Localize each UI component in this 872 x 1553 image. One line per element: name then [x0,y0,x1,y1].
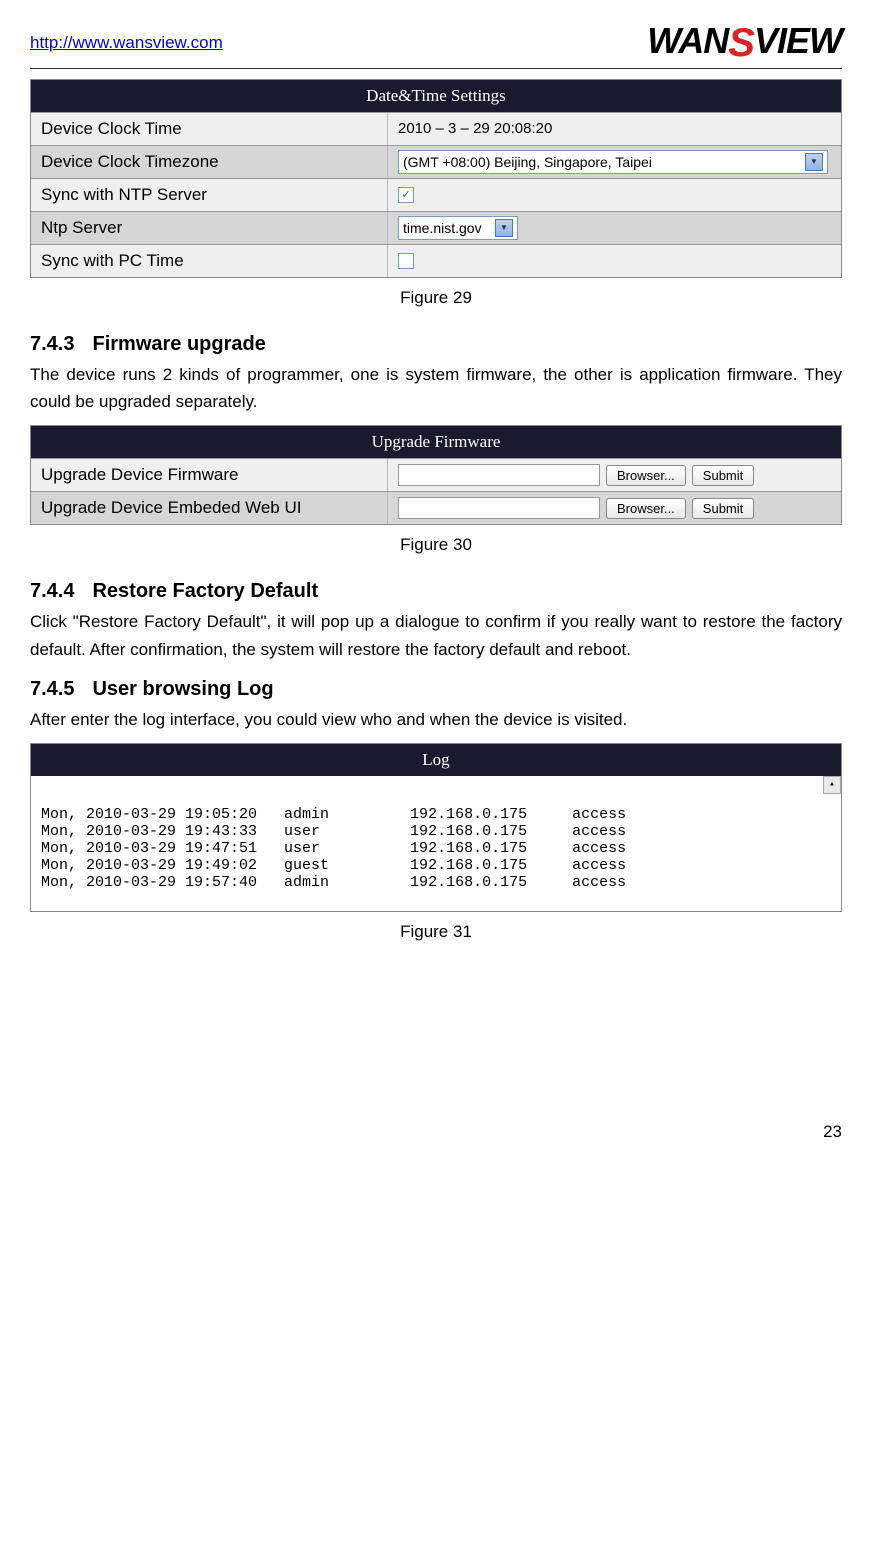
sync-pc-time-row: Sync with PC Time [31,244,841,277]
upgrade-firmware-panel: Upgrade Firmware Upgrade Device Firmware… [30,425,842,525]
upgrade-device-firmware-label: Upgrade Device Firmware [31,459,388,491]
chevron-down-icon: ▼ [495,219,513,237]
upgrade-webui-input[interactable] [398,497,600,519]
log-line: Mon, 2010-03-29 19:47:51 user 192.168.0.… [41,840,626,857]
upgrade-web-ui-row: Upgrade Device Embeded Web UI Browser...… [31,491,841,524]
scroll-up-icon[interactable]: ▴ [823,776,841,794]
browse-button[interactable]: Browser... [606,465,686,486]
section-745-heading: 7.4.5 User browsing Log [30,678,842,701]
section-743-title: Firmware upgrade [92,333,265,355]
section-744-heading: 7.4.4 Restore Factory Default [30,580,842,603]
ntp-server-label: Ntp Server [31,212,388,244]
log-panel: Log ▴ Mon, 2010-03-29 19:05:20 admin 192.… [30,743,842,912]
device-clock-time-row: Device Clock Time 2010 – 3 – 29 20:08:20 [31,112,841,145]
log-line: Mon, 2010-03-29 19:43:33 user 192.168.0.… [41,823,626,840]
datetime-panel-title: Date&Time Settings [31,80,841,112]
sync-ntp-label: Sync with NTP Server [31,179,388,211]
section-744-num: 7.4.4 [30,580,74,602]
page-number: 23 [30,1122,842,1142]
upgrade-firmware-input[interactable] [398,464,600,486]
logo-s-icon: S [728,21,754,65]
logo-wan: WAN [647,20,728,61]
submit-button[interactable]: Submit [692,498,754,519]
logo: WANSVIEW [647,20,842,66]
section-744-title: Restore Factory Default [92,580,318,602]
section-743-text: The device runs 2 kinds of programmer, o… [30,361,842,415]
log-line: Mon, 2010-03-29 19:49:02 guest 192.168.0… [41,857,626,874]
upgrade-panel-title: Upgrade Firmware [31,426,841,458]
device-clock-timezone-label: Device Clock Timezone [31,146,388,178]
log-body: ▴ Mon, 2010-03-29 19:05:20 admin 192.168.… [31,776,841,911]
ntp-server-value: time.nist.gov [403,220,482,236]
logo-view: VIEW [754,20,842,61]
figure-29-caption: Figure 29 [30,288,842,308]
section-744-text: Click "Restore Factory Default", it will… [30,608,842,662]
timezone-select[interactable]: (GMT +08:00) Beijing, Singapore, Taipei … [398,150,828,174]
sync-pc-time-checkbox[interactable] [398,253,414,269]
ntp-server-row: Ntp Server time.nist.gov ▼ [31,211,841,244]
upgrade-device-firmware-row: Upgrade Device Firmware Browser... Submi… [31,458,841,491]
sync-ntp-checkbox[interactable]: ✓ [398,187,414,203]
sync-ntp-row: Sync with NTP Server ✓ [31,178,841,211]
log-line: Mon, 2010-03-29 19:57:40 admin 192.168.0… [41,874,626,891]
device-clock-time-value: 2010 – 3 – 29 20:08:20 [388,113,841,145]
section-745-num: 7.4.5 [30,678,74,700]
browse-button[interactable]: Browser... [606,498,686,519]
upgrade-web-ui-label: Upgrade Device Embeded Web UI [31,492,388,524]
section-745-title: User browsing Log [92,678,273,700]
log-line: Mon, 2010-03-29 19:05:20 admin 192.168.0… [41,806,626,823]
datetime-settings-panel: Date&Time Settings Device Clock Time 201… [30,79,842,278]
timezone-select-value: (GMT +08:00) Beijing, Singapore, Taipei [403,154,652,170]
ntp-server-select[interactable]: time.nist.gov ▼ [398,216,518,240]
site-url-link[interactable]: http://www.wansview.com [30,33,223,53]
submit-button[interactable]: Submit [692,465,754,486]
page-header: http://www.wansview.com WANSVIEW [30,20,842,69]
section-745-text: After enter the log interface, you could… [30,706,842,733]
device-clock-time-label: Device Clock Time [31,113,388,145]
section-743-heading: 7.4.3 Firmware upgrade [30,333,842,356]
device-clock-timezone-row: Device Clock Timezone (GMT +08:00) Beiji… [31,145,841,178]
section-743-num: 7.4.3 [30,333,74,355]
figure-30-caption: Figure 30 [30,535,842,555]
sync-pc-time-label: Sync with PC Time [31,245,388,277]
log-panel-title: Log [31,744,841,776]
chevron-down-icon: ▼ [805,153,823,171]
figure-31-caption: Figure 31 [30,922,842,942]
